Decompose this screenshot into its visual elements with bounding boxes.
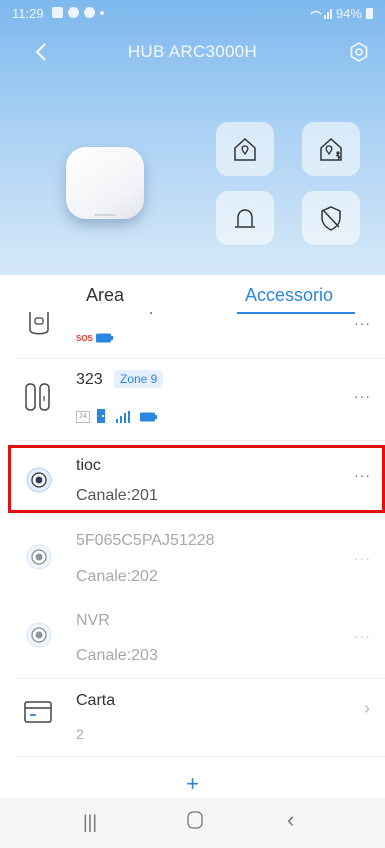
arm-away-button[interactable] xyxy=(216,122,274,176)
list-item[interactable]: SOS ··· xyxy=(0,311,385,358)
remote-device-icon xyxy=(29,312,49,335)
settings-gear-icon[interactable] xyxy=(347,40,371,64)
door-sensor-icon xyxy=(25,383,50,411)
top-navbar: HUB ARC3000H xyxy=(0,38,385,66)
more-options-button[interactable]: ··· xyxy=(354,628,371,644)
divider xyxy=(16,440,385,441)
list-item[interactable]: 323 Zone 9 24 ··· xyxy=(0,360,385,440)
back-icon[interactable]: ‹ xyxy=(287,807,294,833)
hub-device-image xyxy=(66,147,144,219)
channel-label: Canale:203 xyxy=(76,647,158,664)
status-right: 94% xyxy=(310,6,373,21)
card-icon xyxy=(24,701,52,723)
disarm-button[interactable] xyxy=(302,191,360,245)
app-icon xyxy=(84,7,95,18)
dot-icon xyxy=(100,10,104,15)
camera-icon xyxy=(26,544,52,570)
circle-icon xyxy=(68,7,79,18)
battery-icon xyxy=(96,333,113,343)
wifi-signal-icon xyxy=(310,8,332,19)
recent-apps-icon[interactable]: ||| xyxy=(83,812,97,833)
more-options-button[interactable]: ··· xyxy=(354,388,371,404)
system-navigation-bar: ||| ‹ xyxy=(0,798,385,848)
battery-icon xyxy=(366,8,373,19)
alarm-button[interactable] xyxy=(216,191,274,245)
divider xyxy=(16,678,385,679)
card-count: 2 xyxy=(76,726,84,742)
sos-badge: SOS xyxy=(76,334,93,343)
battery-percent: 94% xyxy=(335,6,362,21)
home-arm-icon xyxy=(234,137,256,161)
list-item[interactable]: NVR Canale:203 ··· xyxy=(0,600,385,680)
chevron-right-icon[interactable]: › xyxy=(364,698,371,719)
hub-hero: 11:29 94% HUB ARC3000H xyxy=(0,0,385,275)
home-stay-icon xyxy=(320,137,342,161)
divider xyxy=(16,756,385,757)
tab-accessorio[interactable]: Accessorio xyxy=(245,285,333,306)
accessory-name: NVR xyxy=(76,612,110,629)
battery-icon xyxy=(140,412,157,422)
disarm-shield-icon xyxy=(321,206,341,231)
door-icon xyxy=(97,409,105,423)
gallery-icon xyxy=(52,7,63,18)
tab-bar: Area Accessorio xyxy=(0,275,385,315)
zone-badge: Zone 9 xyxy=(114,370,164,388)
number-badge: 24 xyxy=(76,411,90,423)
more-options-button[interactable]: ··· xyxy=(354,550,371,566)
add-accessory-button[interactable]: + xyxy=(0,771,385,797)
alarm-bell-icon xyxy=(235,209,255,228)
status-bar: 11:29 94% xyxy=(0,0,385,26)
camera-icon xyxy=(26,622,52,648)
list-item[interactable]: Carta 2 › xyxy=(0,680,385,756)
more-options-button[interactable]: ··· xyxy=(354,315,371,331)
divider xyxy=(16,358,385,359)
accessory-name: Carta xyxy=(76,692,116,709)
list-item[interactable]: 5F065C5PAJ51228 Canale:202 ··· xyxy=(0,520,385,600)
channel-label: Canale:202 xyxy=(76,568,158,585)
accessory-name: 5F065C5PAJ51228 xyxy=(76,532,215,549)
home-icon[interactable] xyxy=(187,810,203,835)
tab-area[interactable]: Area xyxy=(86,285,124,306)
accessory-name: 323 xyxy=(76,371,103,388)
page-title: HUB ARC3000H xyxy=(127,42,258,61)
arm-stay-button[interactable] xyxy=(302,122,360,176)
status-time: 11:29 xyxy=(12,6,44,21)
status-notification-icons xyxy=(52,7,104,18)
selection-highlight xyxy=(8,445,385,513)
signal-icon xyxy=(116,411,130,423)
